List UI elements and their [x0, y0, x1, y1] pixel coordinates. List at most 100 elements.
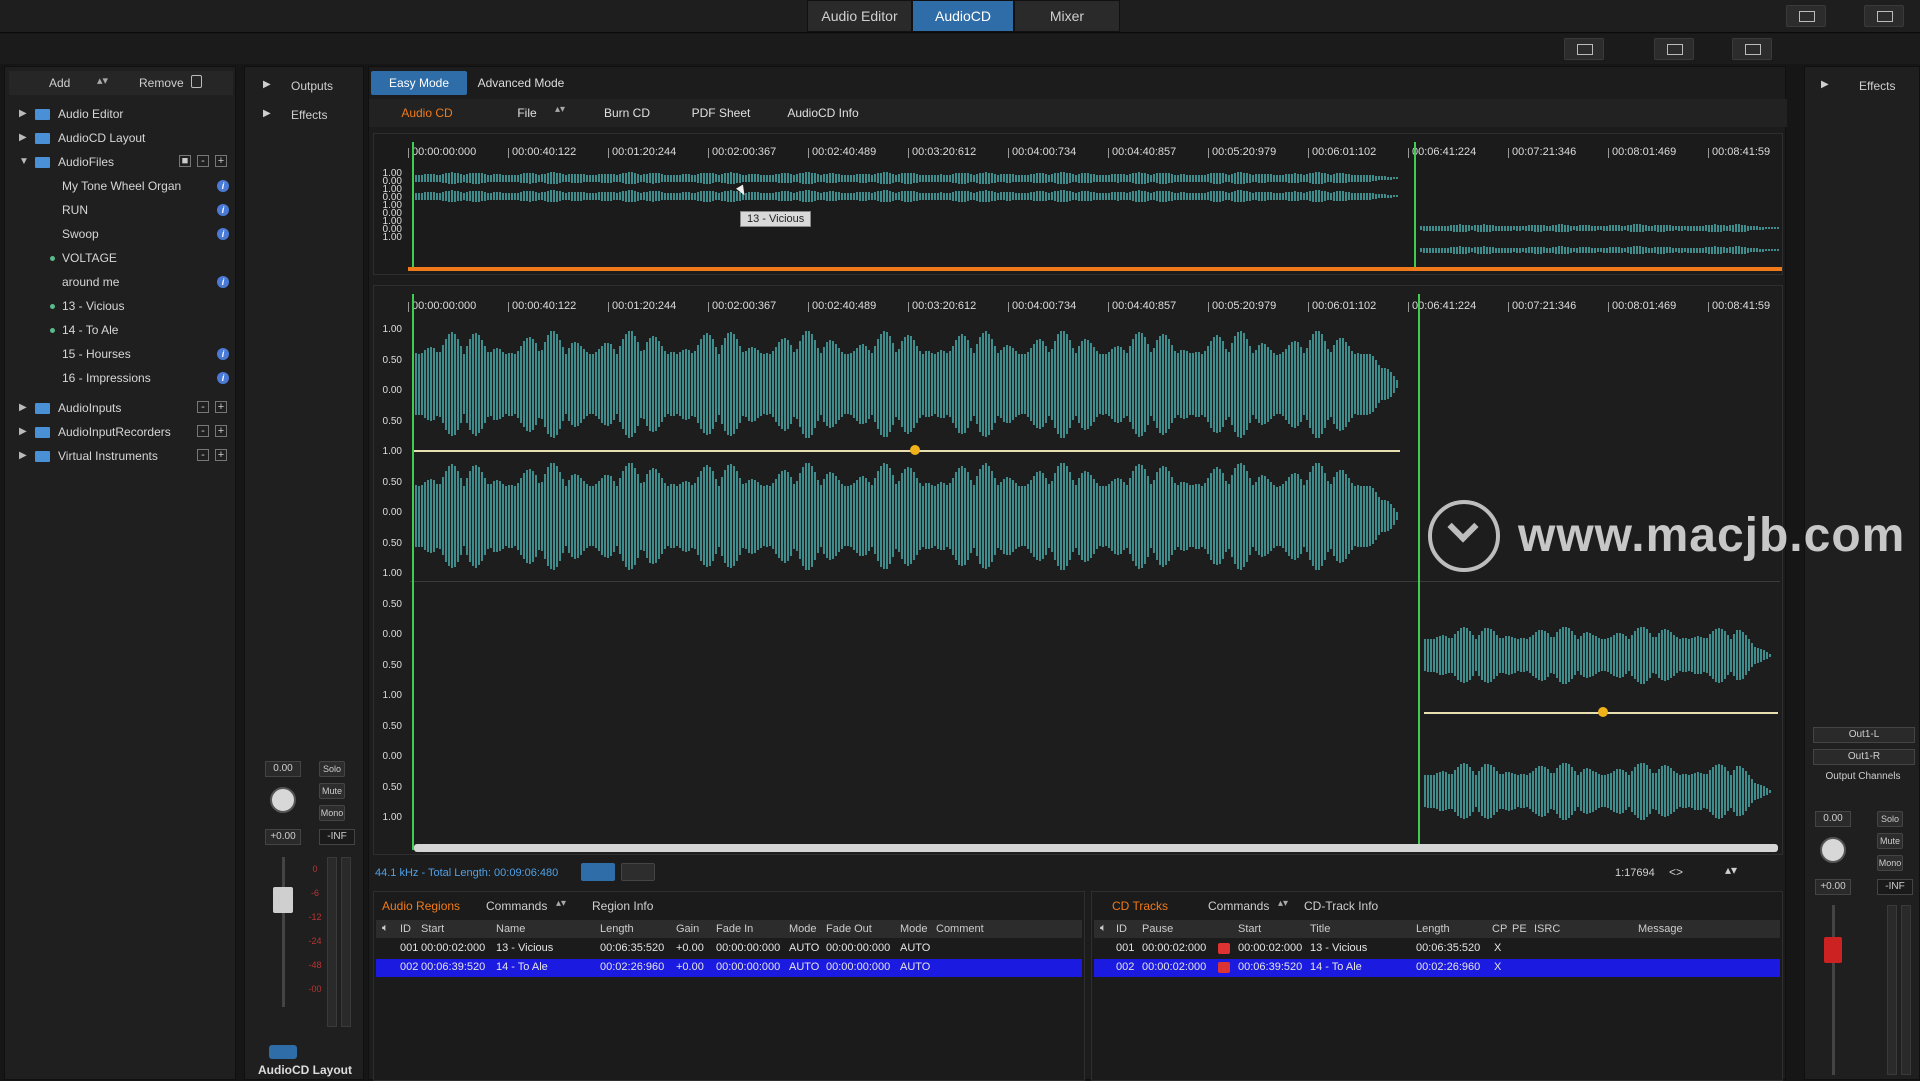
tracks-commands-menu[interactable]: Commands	[1208, 899, 1269, 913]
plus-icon[interactable]: +	[215, 155, 227, 167]
lock-icon[interactable]	[1218, 943, 1230, 954]
lock-icon[interactable]	[1218, 962, 1230, 973]
list-item[interactable]: 15 - Hourses i	[5, 343, 237, 365]
trash-icon[interactable]	[191, 75, 202, 88]
tree-folder-audiocd-layout[interactable]: ▶ AudioCD Layout	[5, 127, 237, 149]
layout-right-icon[interactable]	[1864, 5, 1904, 27]
list-item[interactable]: VOLTAGE	[5, 247, 237, 269]
volume-value[interactable]: 0.00	[265, 761, 301, 777]
view-right-panel-icon[interactable]	[1732, 38, 1772, 60]
track-start-marker[interactable]	[1418, 294, 1420, 850]
table-row[interactable]: 002 00:00:02:000 00:06:39:520 14 - To Al…	[1094, 959, 1780, 977]
track-start-marker[interactable]	[1414, 142, 1416, 270]
pan-knob[interactable]	[1820, 837, 1846, 863]
output-right-select[interactable]: Out1-R	[1813, 749, 1915, 765]
expand-icon[interactable]: ▶	[1821, 79, 1829, 90]
output-left-select[interactable]: Out1-L	[1813, 727, 1915, 743]
envelope-point[interactable]	[910, 445, 920, 455]
horizontal-scrollbar[interactable]	[414, 844, 1778, 852]
list-item[interactable]: RUN i	[5, 199, 237, 221]
minus-icon[interactable]: -	[197, 155, 209, 167]
track-1-waveform-right[interactable]	[412, 462, 1400, 570]
mute-button[interactable]: Mute	[319, 783, 345, 799]
tree-folder-audio-editor[interactable]: ▶ Audio Editor	[5, 103, 237, 125]
add-stepper-icon[interactable]: ▴▾	[97, 74, 108, 87]
view-bottom-panel-icon[interactable]	[1654, 38, 1694, 60]
expand-icon[interactable]: ▶	[263, 79, 271, 90]
solo-button[interactable]: Solo	[319, 761, 345, 777]
layout-left-icon[interactable]	[1786, 5, 1826, 27]
tab-cd-track-info[interactable]: CD-Track Info	[1304, 899, 1378, 913]
envelope-point[interactable]	[1598, 707, 1608, 717]
info-icon[interactable]: i	[217, 348, 229, 360]
overview-waveform-track-2[interactable]	[1420, 246, 1780, 254]
minus-icon[interactable]: -	[197, 425, 209, 437]
expand-icon[interactable]: ▶	[19, 397, 27, 419]
overview-track[interactable]: 00:00:00:000 00:00:40:122 00:01:20:244 00:0…	[373, 133, 1783, 275]
list-item[interactable]: around me i	[5, 271, 237, 293]
save-icon[interactable]: ■	[179, 155, 191, 167]
list-item[interactable]: My Tone Wheel Organ i	[5, 175, 237, 197]
link-icon[interactable]	[581, 863, 615, 881]
tab-cd-tracks[interactable]: CD Tracks	[1112, 899, 1168, 913]
easy-mode-tab[interactable]: Easy Mode	[371, 71, 467, 95]
pdf-sheet-button[interactable]: PDF Sheet	[681, 102, 761, 124]
info-icon[interactable]: i	[217, 204, 229, 216]
volume-fader-track[interactable]	[282, 857, 285, 1007]
list-item[interactable]: 13 - Vicious	[5, 295, 237, 317]
track-1-waveform-left[interactable]	[412, 330, 1400, 438]
minus-icon[interactable]: -	[197, 449, 209, 461]
power-button[interactable]	[269, 1045, 297, 1059]
minus-icon[interactable]: -	[197, 401, 209, 413]
pan-value[interactable]: +0.00	[1815, 879, 1851, 895]
file-menu[interactable]: File	[497, 102, 557, 124]
info-icon[interactable]: i	[217, 228, 229, 240]
track-2-waveform-left[interactable]	[1424, 626, 1774, 684]
list-item[interactable]: 16 - Impressions i	[5, 367, 237, 389]
tree-folder-audiofiles[interactable]: ▼ AudioFiles ■ - +	[5, 151, 237, 173]
playback-range-bar[interactable]	[408, 267, 1782, 271]
overview-waveform-track-1[interactable]	[412, 172, 1400, 184]
zoom-horizontal-icon[interactable]: <>	[1669, 865, 1683, 879]
file-stepper-icon[interactable]: ▴▾	[555, 104, 565, 115]
zoom-vertical-icon[interactable]: ▴▾	[1725, 863, 1737, 877]
effects-row[interactable]: ▶ Effects	[1809, 75, 1917, 97]
table-row[interactable]: 002 00:06:39:520 14 - To Ale 00:02:26:96…	[376, 959, 1082, 977]
commands-stepper-icon[interactable]: ▴▾	[1278, 898, 1288, 909]
add-button[interactable]: Add	[49, 76, 70, 90]
mono-button[interactable]: Mono	[1877, 855, 1903, 871]
tree-folder-audioinputs[interactable]: ▶ AudioInputs - +	[5, 397, 237, 419]
view-left-panel-icon[interactable]	[1564, 38, 1604, 60]
track-start-marker[interactable]	[412, 142, 414, 270]
expand-icon[interactable]: ▶	[263, 108, 271, 119]
plus-icon[interactable]: +	[215, 449, 227, 461]
tab-region-info[interactable]: Region Info	[592, 899, 653, 913]
overview-waveform-track-2[interactable]	[1420, 224, 1780, 232]
expand-icon[interactable]: ▶	[19, 421, 27, 443]
mono-button[interactable]: Mono	[319, 805, 345, 821]
advanced-mode-tab[interactable]: Advanced Mode	[469, 71, 573, 95]
solo-button[interactable]: Solo	[1877, 811, 1903, 827]
mute-button[interactable]: Mute	[1877, 833, 1903, 849]
expand-icon[interactable]: ▶	[19, 445, 27, 467]
plus-icon[interactable]: +	[215, 401, 227, 413]
outputs-row[interactable]: ▶ Outputs	[253, 75, 363, 97]
expand-icon[interactable]: ▶	[19, 103, 27, 125]
pan-value[interactable]: +0.00	[265, 829, 301, 845]
pan-knob[interactable]	[270, 787, 296, 813]
tree-folder-audioinputrecorders[interactable]: ▶ AudioInputRecorders - +	[5, 421, 237, 443]
expand-icon[interactable]: ▶	[19, 127, 27, 149]
list-item[interactable]: Swoop i	[5, 223, 237, 245]
table-row[interactable]: 001 00:00:02:000 13 - Vicious 00:06:35:5…	[376, 940, 1082, 958]
commands-stepper-icon[interactable]: ▴▾	[556, 898, 566, 909]
audiocd-info-button[interactable]: AudioCD Info	[773, 102, 873, 124]
effects-row[interactable]: ▶ Effects	[253, 104, 363, 126]
collapse-icon[interactable]: ▼	[19, 151, 29, 173]
tab-mixer[interactable]: Mixer	[1014, 0, 1120, 32]
list-item[interactable]: 14 - To Ale	[5, 319, 237, 341]
table-row[interactable]: 001 00:00:02:000 00:00:02:000 13 - Vicio…	[1094, 940, 1780, 958]
unlink-icon[interactable]	[621, 863, 655, 881]
overview-waveform-track-1[interactable]	[412, 190, 1400, 202]
main-track-view[interactable]: 00:00:00:000 00:00:40:122 00:01:20:244 00:0…	[373, 285, 1783, 855]
tab-audio-editor[interactable]: Audio Editor	[807, 0, 912, 32]
